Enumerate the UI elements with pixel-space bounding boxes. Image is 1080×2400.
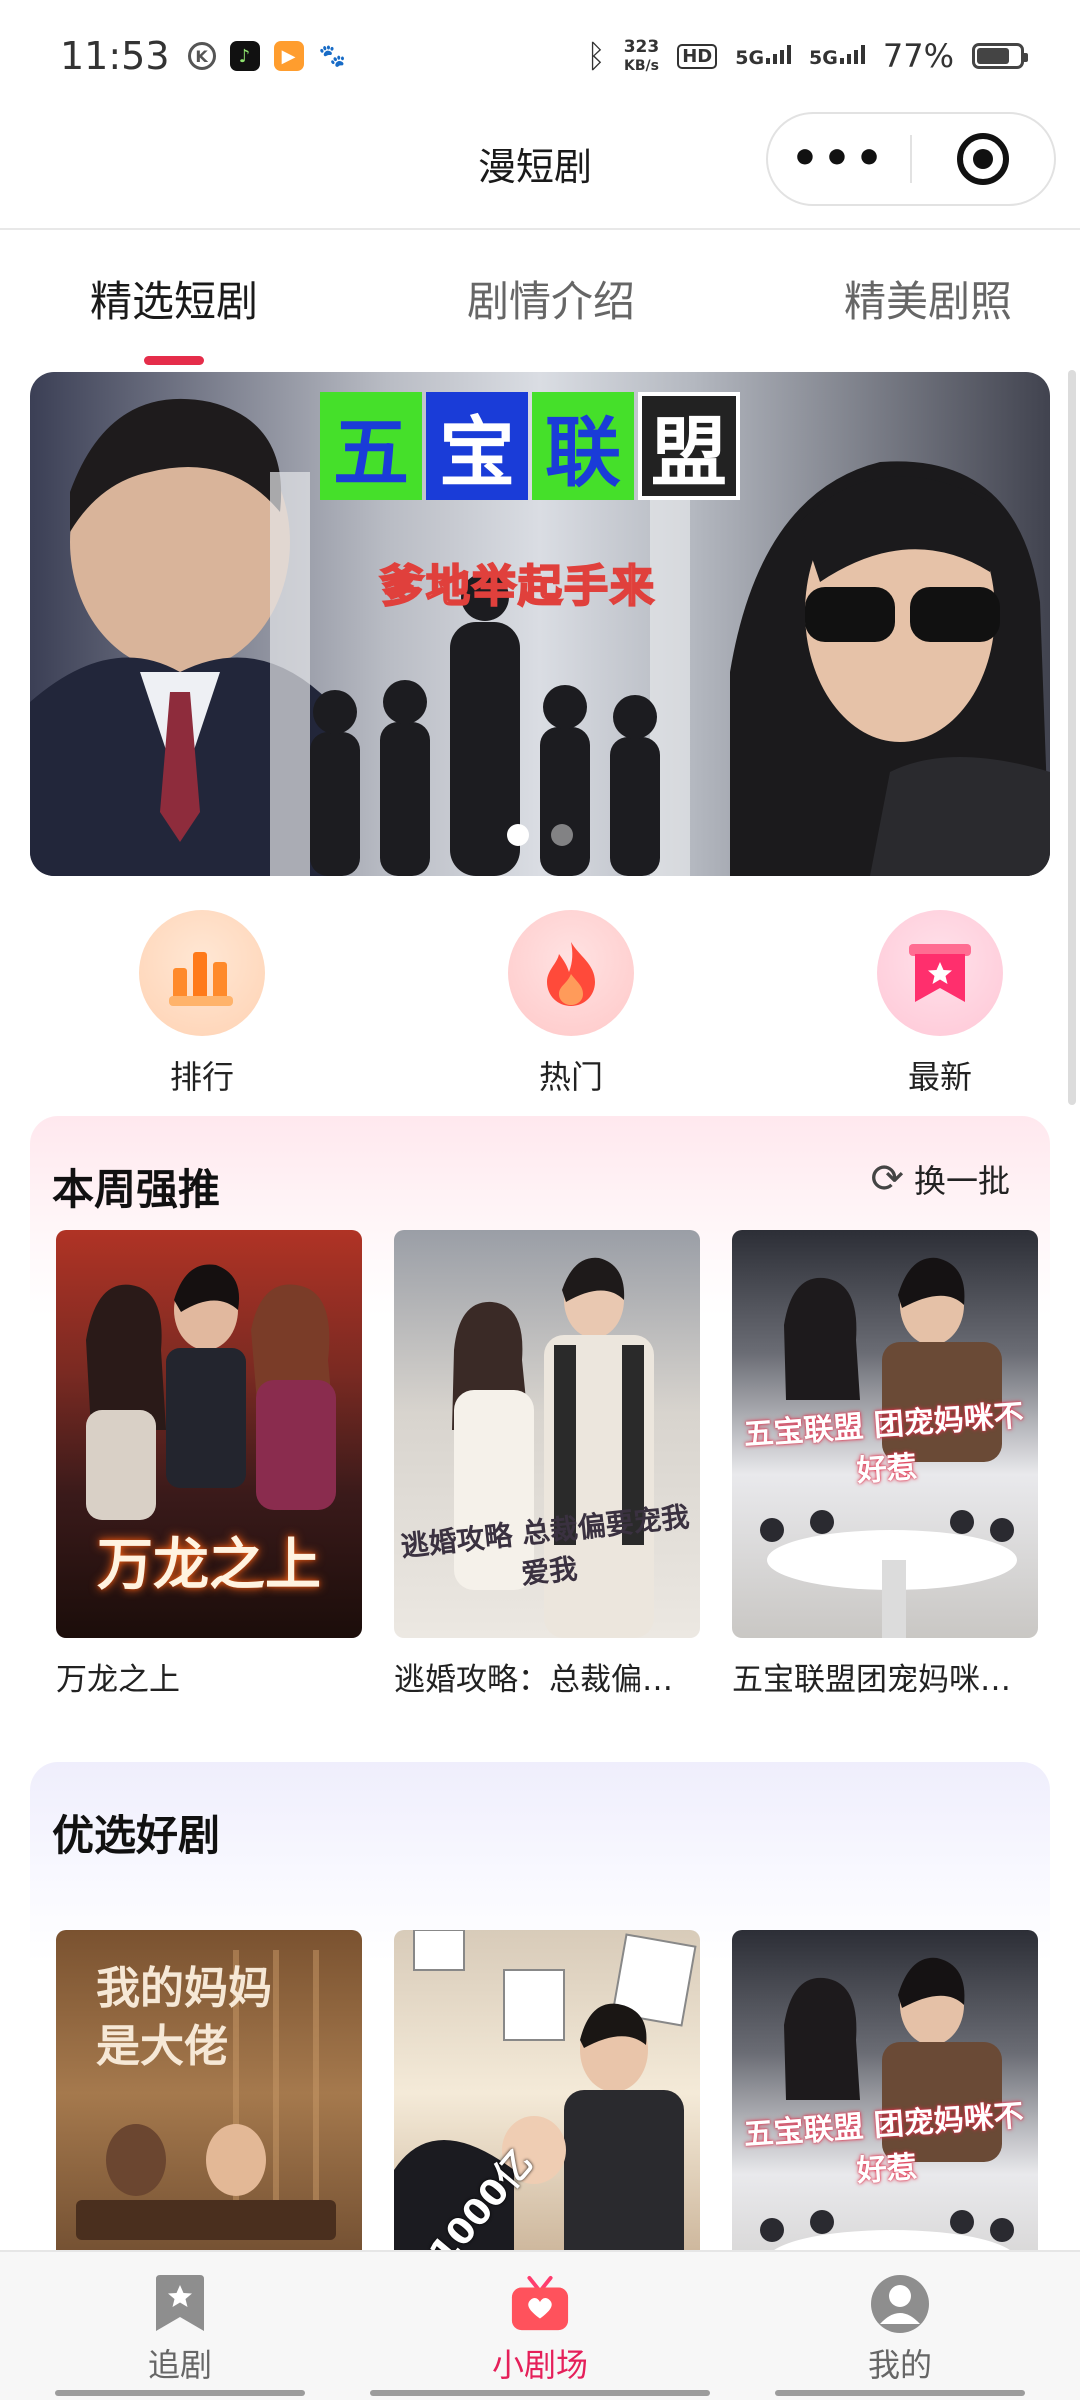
drama-poster[interactable]: 五宝联盟 团宠妈咪不好惹 — [732, 1230, 1038, 1638]
section-title: 优选好剧 — [52, 1811, 221, 1860]
poster-title: 万龙之上 — [97, 1533, 321, 1598]
status-time: 11:53 — [60, 34, 170, 78]
tab-stills[interactable]: 精美剧照 — [844, 268, 1012, 368]
status-bar: 11:53 K ♪ ▶ 🐾 ᛒ 323 KB/s HD 5G 5G 77% — [0, 0, 1080, 112]
battery-icon — [972, 43, 1028, 69]
video-app-icon: ▶ — [273, 41, 304, 71]
bar-chart-icon — [139, 910, 265, 1036]
baidu-paw-icon: 🐾 — [318, 43, 347, 69]
quick-link-label: 最新 — [907, 1058, 972, 1096]
quick-links: 排行 热门 最新 — [0, 910, 1080, 1098]
drama-title: 五宝联盟团宠妈咪… — [732, 1662, 1011, 1698]
more-options-button[interactable]: ••• — [768, 137, 910, 181]
drama-card[interactable]: 五宝联盟 团宠妈咪不好惹 五宝联盟团宠妈咪… — [732, 1230, 1038, 1699]
section-title: 本周强推 — [52, 1165, 221, 1214]
carousel-dot-active[interactable] — [507, 824, 529, 846]
tab-featured[interactable]: 精选短剧 — [90, 268, 258, 368]
capsule-menu: ••• — [766, 112, 1056, 206]
bluetooth-icon: ᛒ — [586, 37, 606, 75]
signal-2-label: 5G — [809, 46, 838, 69]
user-icon — [870, 2274, 930, 2334]
k-app-icon: K — [187, 42, 216, 70]
music-app-icon: ♪ — [229, 41, 260, 71]
refresh-batch-button[interactable]: ⟳ 换一批 — [870, 1156, 1010, 1202]
ribbon-star-icon — [877, 910, 1003, 1036]
banner-carousel[interactable]: 五 宝 联 盟 爹地举起手来 — [30, 372, 1050, 876]
mini-program-header: 漫短剧 ••• — [0, 112, 1080, 230]
nav-label: 追剧 — [147, 2346, 212, 2384]
quick-link-ranking[interactable]: 排行 — [132, 910, 272, 1098]
network-speed-unit: KB/s — [623, 57, 659, 74]
drama-poster[interactable]: 万龙之上 — [56, 1230, 362, 1638]
hd-icon: HD — [677, 43, 718, 69]
battery-fill — [977, 48, 1010, 64]
drama-card-row: 万龙之上 万龙之上 逃婚攻略 总裁偏要宠我爱我 逃婚攻略：总裁偏… 五宝联盟 团… — [56, 1230, 1038, 1699]
poster-title: 我的妈妈是大佬 — [96, 1963, 272, 2072]
nav-underline — [55, 2390, 305, 2396]
nav-follow[interactable]: 追剧 — [0, 2252, 360, 2400]
tab-synopsis[interactable]: 剧情介绍 — [467, 268, 635, 368]
banner-title: 五 宝 联 盟 — [320, 392, 740, 500]
drama-poster[interactable]: 逃婚攻略 总裁偏要宠我爱我 — [394, 1230, 700, 1638]
flame-icon — [508, 910, 634, 1036]
drama-card[interactable]: 逃婚攻略 总裁偏要宠我爱我 逃婚攻略：总裁偏… — [394, 1230, 700, 1699]
banner-title-char: 联 — [532, 392, 634, 500]
bottom-navigation: 追剧 小剧场 我的 — [0, 2250, 1080, 2400]
nav-label: 我的 — [867, 2346, 932, 2384]
network-speed: 323 KB/s — [624, 38, 660, 75]
weekly-recommend-section: 本周强推 ⟳ 换一批 万龙之上 万龙之上 逃婚攻略 总裁偏要宠我爱我 逃婚攻略：… — [30, 1116, 1050, 1716]
bookmark-star-icon — [150, 2274, 210, 2334]
nav-underline — [370, 2390, 710, 2396]
refresh-label: 换一批 — [913, 1162, 1010, 1200]
system-indicators: ᛒ 323 KB/s HD 5G 5G 77% — [586, 37, 1028, 75]
nav-theater[interactable]: 小剧场 — [360, 2252, 720, 2400]
banner-title-char: 盟 — [638, 392, 740, 500]
drama-card[interactable]: 万龙之上 万龙之上 — [56, 1230, 362, 1699]
close-miniprogram-button[interactable] — [912, 133, 1054, 185]
carousel-dot[interactable] — [551, 824, 573, 846]
battery-percent: 77% — [882, 37, 954, 75]
signal-1-icon: 5G — [735, 44, 792, 69]
nav-underline — [775, 2390, 1025, 2396]
quick-link-newest[interactable]: 最新 — [870, 910, 1010, 1098]
banner-title-char: 宝 — [426, 392, 528, 500]
carousel-dots — [30, 824, 1050, 846]
nav-mine[interactable]: 我的 — [720, 2252, 1080, 2400]
drama-title: 万龙之上 — [56, 1662, 180, 1698]
quick-link-label: 排行 — [169, 1058, 234, 1096]
refresh-icon: ⟳ — [870, 1156, 904, 1202]
target-icon — [956, 133, 1009, 185]
nav-label: 小剧场 — [491, 2346, 588, 2384]
top-tabs: 精选短剧 剧情介绍 精美剧照 — [0, 268, 1080, 368]
drama-title: 逃婚攻略：总裁偏… — [394, 1662, 673, 1698]
banner-title-char: 五 — [320, 392, 422, 500]
notification-icons: K ♪ ▶ 🐾 — [187, 41, 348, 71]
quick-link-hot[interactable]: 热门 — [501, 910, 641, 1098]
quick-link-label: 热门 — [538, 1058, 603, 1096]
signal-2-icon: 5G — [809, 44, 865, 69]
signal-1-label: 5G — [735, 46, 765, 69]
network-speed-value: 323 — [623, 36, 660, 57]
banner-subtitle: 爹地举起手来 — [379, 560, 656, 613]
tv-heart-icon — [510, 2274, 570, 2334]
